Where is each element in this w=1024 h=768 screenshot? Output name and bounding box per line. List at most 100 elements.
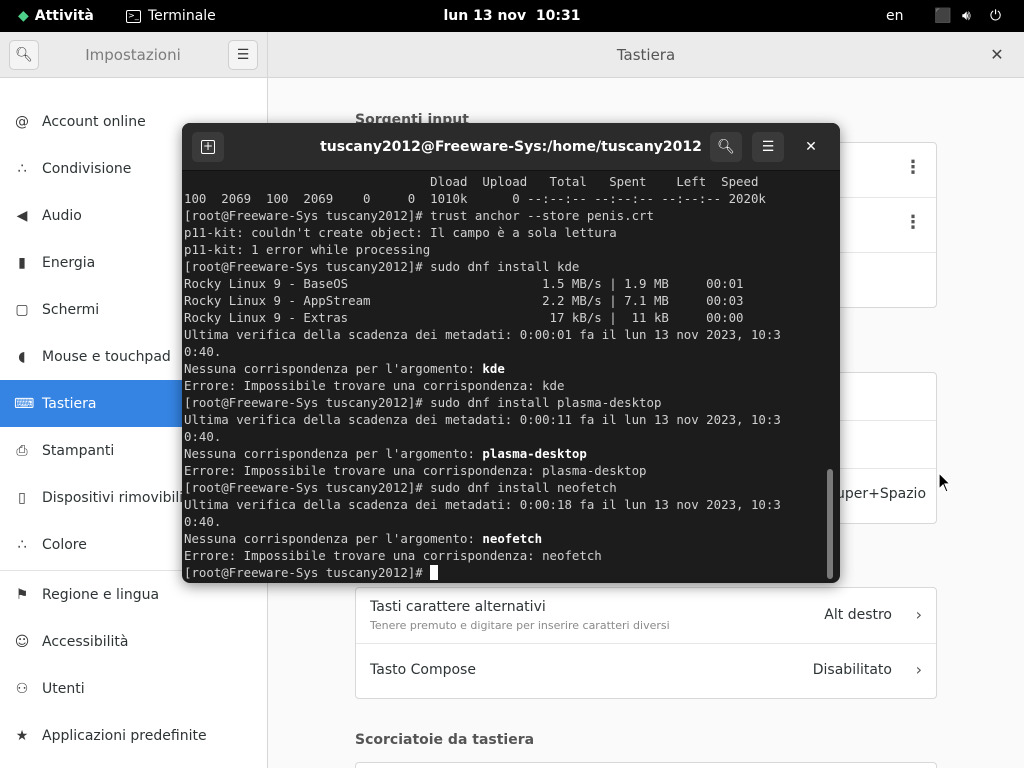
power-icon[interactable]: ⏻ — [990, 0, 1001, 32]
printer-icon: ⎙ — [16, 442, 28, 459]
users-icon: ⚇ — [15, 680, 29, 697]
sidebar-item-label: Tastiera — [42, 395, 97, 412]
terminal-close-button[interactable]: ✕ — [796, 132, 826, 162]
terminal-line-text: Rocky Linux 9 - BaseOS 1.5 MB/s | 1.9 MB… — [184, 276, 744, 291]
compose-key-row[interactable]: Tasto Compose Disabilitato › — [356, 644, 936, 698]
terminal-line-text: Nessuna corrispondenza per l'argomento: — [184, 446, 483, 461]
terminal-line: [root@Freeware-Sys tuscany2012]# sudo dn… — [184, 479, 824, 496]
kebab-menu-icon[interactable]: ⋮ — [904, 157, 922, 178]
terminal-line-text: Ultima verifica della scadenza dei metad… — [184, 412, 781, 427]
sidebar-item-label: Audio — [42, 207, 82, 224]
terminal-line-text: Dload Upload Total Spent Left Speed — [184, 174, 759, 189]
compose-value: Disabilitato — [812, 662, 892, 678]
accessibility-icon: ☺ — [14, 633, 30, 650]
compose-title: Tasto Compose — [370, 662, 476, 678]
terminal-line-text: [root@Freeware-Sys tuscany2012]# sudo dn… — [184, 395, 662, 410]
sidebar-header: 🔍︎ Impostazioni ☰ — [0, 32, 268, 78]
new-tab-button[interactable]: + — [192, 132, 224, 162]
alt-chars-value: Alt destro — [824, 607, 892, 623]
terminal-line-text: 0:40. — [184, 429, 222, 444]
terminal-line-text: Errore: Impossibile trovare una corrispo… — [184, 548, 602, 563]
terminal-line: Errore: Impossibile trovare una corrispo… — [184, 547, 824, 564]
hamburger-icon: ☰ — [761, 139, 775, 155]
terminal-line: [root@Freeware-Sys tuscany2012]# trust a… — [184, 207, 824, 224]
new-tab-icon: + — [201, 139, 215, 154]
sidebar-item-label: Stampanti — [42, 442, 115, 459]
terminal-line-text: Rocky Linux 9 - Extras 17 kB/s | 11 kB 0… — [184, 310, 744, 325]
search-icon: 🔍︎ — [15, 47, 33, 63]
input-language-indicator[interactable]: en — [886, 0, 904, 32]
hamburger-icon: ☰ — [236, 47, 250, 63]
sidebar-item-label: Colore — [42, 536, 87, 553]
terminal-line: Ultima verifica della scadenza dei metad… — [184, 411, 824, 428]
sidebar-item-label: Applicazioni predefinite — [42, 727, 207, 744]
terminal-line-text: Errore: Impossibile trovare una corrispo… — [184, 378, 565, 393]
terminal-window[interactable]: tuscany2012@Freeware-Sys:/home/tuscany20… — [182, 123, 840, 583]
terminal-line-text: 0:40. — [184, 514, 222, 529]
sidebar-item-label: Regione e lingua — [42, 586, 160, 603]
network-icon[interactable]: ⬛ — [934, 0, 951, 32]
sidebar-item-label: Dispositivi rimovibili — [42, 489, 184, 506]
switch-shortcut-value: uper+Spazio — [836, 486, 927, 502]
share-icon: ∴ — [17, 160, 27, 177]
terminal-line-text: [root@Freeware-Sys tuscany2012]# sudo dn… — [184, 259, 580, 274]
sidebar-item-accessibilita[interactable]: ☺ Accessibilità — [0, 618, 267, 665]
color-icon: ∴ — [17, 536, 27, 553]
terminal-menu-button[interactable]: ☰ — [752, 132, 784, 162]
mouse-icon: ◖ — [18, 348, 26, 365]
terminal-line: Nessuna corrispondenza per l'argomento: … — [184, 445, 824, 462]
terminal-line: 0:40. — [184, 343, 824, 360]
chevron-right-icon: › — [915, 605, 922, 624]
speaker-icon: ◀ — [16, 207, 28, 224]
terminal-line: Rocky Linux 9 - Extras 17 kB/s | 11 kB 0… — [184, 309, 824, 326]
shortcuts-list — [355, 762, 937, 768]
page-title: Tastiera — [616, 46, 676, 64]
terminal-line-text: [root@Freeware-Sys tuscany2012]# — [184, 565, 431, 580]
terminal-line: 0:40. — [184, 513, 824, 530]
alt-chars-subtitle: Tenere premuto e digitare per inserire c… — [370, 619, 670, 632]
sidebar-item-label: Schermi — [42, 301, 100, 318]
terminal-line: p11-kit: couldn't create object: Il camp… — [184, 224, 824, 241]
search-button[interactable]: 🔍︎ — [9, 40, 39, 70]
terminal-headerbar: tuscany2012@Freeware-Sys:/home/tuscany20… — [182, 123, 840, 171]
sidebar-item-label: Mouse e touchpad — [42, 348, 171, 365]
terminal-scrollbar[interactable] — [827, 469, 833, 579]
sidebar-item-label: Account online — [42, 113, 146, 130]
clock-label: lun 13 nov 10:31 — [443, 8, 581, 24]
terminal-line: p11-kit: 1 error while processing — [184, 241, 824, 258]
terminal-line-text: 100 2069 100 2069 0 0 1010k 0 --:--:-- -… — [184, 191, 766, 206]
battery-icon: ▮ — [18, 254, 26, 271]
chevron-right-icon: › — [915, 660, 922, 679]
keyboard-icon: ⌨ — [14, 395, 35, 412]
volume-icon[interactable]: 🔊︎ — [962, 0, 971, 32]
alt-chars-title: Tasti carattere alternativi — [370, 599, 546, 615]
terminal-line-text: Ultima verifica della scadenza dei metad… — [184, 497, 781, 512]
terminal-search-button[interactable]: 🔍︎ — [710, 132, 742, 162]
terminal-line: Errore: Impossibile trovare una corrispo… — [184, 377, 824, 394]
terminal-line: 0:40. — [184, 428, 824, 445]
kebab-menu-icon[interactable]: ⋮ — [904, 212, 922, 233]
terminal-line-text: [root@Freeware-Sys tuscany2012]# trust a… — [184, 208, 654, 223]
clock[interactable]: lun 13 nov 10:31 — [0, 0, 1024, 32]
terminal-output[interactable]: Dload Upload Total Spent Left Speed 100 2… — [184, 173, 824, 581]
display-icon: ▢ — [15, 301, 29, 318]
terminal-line-text: [root@Freeware-Sys tuscany2012]# sudo dn… — [184, 480, 617, 495]
close-icon[interactable]: ✕ — [986, 44, 1008, 66]
at-icon: @ — [15, 113, 29, 130]
main-menu-button[interactable]: ☰ — [228, 40, 258, 70]
terminal-line: [root@Freeware-Sys tuscany2012]# sudo dn… — [184, 394, 824, 411]
sidebar-title: Impostazioni — [85, 46, 181, 64]
sidebar-item-label: Condivisione — [42, 160, 132, 177]
usb-icon: ▯ — [18, 489, 26, 506]
shortcuts-title: Scorciatoie da tastiera — [355, 732, 535, 748]
sidebar-item-applicazioni-predefinite[interactable]: ★ Applicazioni predefinite — [0, 712, 267, 759]
language-label: en — [886, 8, 904, 24]
terminal-line: Errore: Impossibile trovare una corrispo… — [184, 462, 824, 479]
terminal-bold-argument: plasma-desktop — [482, 446, 587, 461]
terminal-line: 100 2069 100 2069 0 0 1010k 0 --:--:-- -… — [184, 190, 824, 207]
terminal-line: Rocky Linux 9 - BaseOS 1.5 MB/s | 1.9 MB… — [184, 275, 824, 292]
special-keys-list: Tasti carattere alternativi Tenere premu… — [355, 587, 937, 699]
terminal-line-text: Rocky Linux 9 - AppStream 2.2 MB/s | 7.1… — [184, 293, 744, 308]
sidebar-item-utenti[interactable]: ⚇ Utenti — [0, 665, 267, 712]
alt-chars-row[interactable]: Tasti carattere alternativi Tenere premu… — [356, 588, 936, 644]
